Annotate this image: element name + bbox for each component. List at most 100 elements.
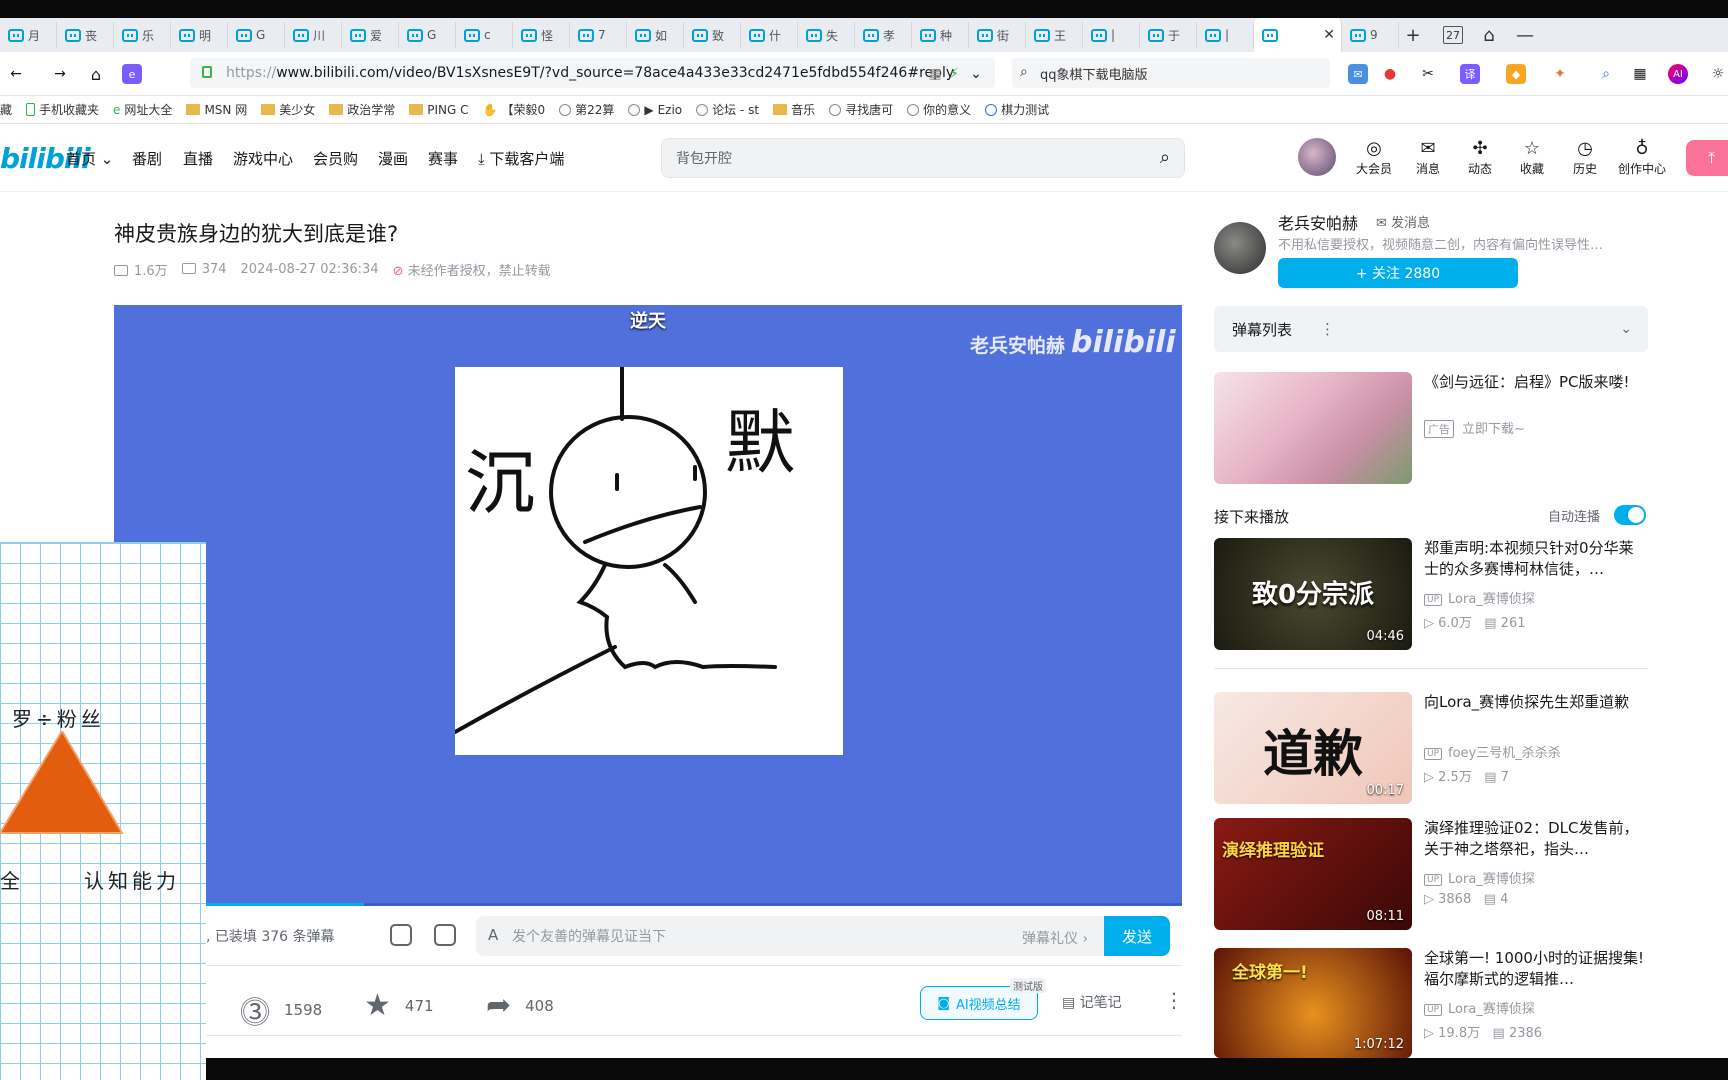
browser-tab[interactable]: 月 bbox=[0, 22, 57, 48]
video-uploader[interactable]: UP Lora_赛博侦探 bbox=[1424, 868, 1535, 887]
browser-tab[interactable]: 7 bbox=[570, 22, 627, 48]
bookmark-item[interactable]: 美少女 bbox=[261, 101, 315, 118]
browser-tab[interactable]: 孝 bbox=[855, 22, 912, 48]
browser-tab[interactable]: | bbox=[1197, 22, 1254, 48]
apps-grid-icon[interactable]: ▦ bbox=[1630, 64, 1650, 84]
bookmark-item[interactable]: e 网址大全 bbox=[113, 101, 172, 118]
nav-download-client[interactable]: ⤓ 下载客户端 bbox=[478, 148, 564, 169]
danmaku-list-panel[interactable]: 弹幕列表 ⋮ ⌄ bbox=[1214, 306, 1648, 352]
video-title[interactable]: 向Lora_赛博侦探先生郑重道歉 bbox=[1424, 692, 1648, 713]
coin-button[interactable]: ⓷ 1598 bbox=[240, 988, 322, 1032]
mail-icon[interactable]: ✉ bbox=[1348, 64, 1368, 84]
video-uploader[interactable]: UP Lora_赛博侦探 bbox=[1424, 998, 1535, 1017]
more-vertical-icon[interactable]: ⋮ bbox=[1320, 320, 1335, 338]
browser-tab[interactable]: c bbox=[456, 22, 513, 48]
browser-tab[interactable]: 爱 bbox=[342, 22, 399, 48]
user-avatar[interactable] bbox=[1298, 138, 1336, 176]
ai-icon[interactable]: AI bbox=[1668, 64, 1688, 84]
nav-live[interactable]: 直播 bbox=[183, 148, 213, 169]
browser-tab[interactable]: 什 bbox=[741, 22, 798, 48]
translate-icon[interactable]: 译 bbox=[1460, 64, 1480, 84]
recommended-video-card[interactable]: 全球第一! 1:07:12 全球第一! 1000小时的证据搜集! 福尔摩斯式的逻… bbox=[1214, 948, 1648, 1058]
close-icon[interactable]: ✕ bbox=[1323, 27, 1335, 43]
video-title[interactable]: 全球第一! 1000小时的证据搜集! 福尔摩斯式的逻辑推… bbox=[1424, 948, 1648, 990]
video-uploader[interactable]: UP Lora_赛博侦探 bbox=[1424, 588, 1535, 607]
shield-icon[interactable]: ◆ bbox=[1506, 64, 1526, 84]
danmaku-etiquette-link[interactable]: 弹幕礼仪 › bbox=[1022, 928, 1088, 948]
danmaku-send-button[interactable]: 发送 bbox=[1104, 916, 1170, 956]
bookmark-item[interactable]: ✋ 【荣毅0 bbox=[482, 101, 545, 118]
recommended-video-card[interactable]: 演绎推理验证 08:11 演绎推理验证02：DLC发售前，关于神之塔祭祀，指头…… bbox=[1214, 818, 1648, 930]
browser-tab[interactable]: 王 bbox=[1026, 22, 1083, 48]
browser-tab[interactable]: 明 bbox=[171, 22, 228, 48]
nav-anime[interactable]: 番剧 bbox=[132, 148, 162, 169]
weibo-icon[interactable]: ● bbox=[1380, 64, 1400, 84]
bookmark-item[interactable]: PING C bbox=[409, 103, 468, 117]
browser-tab[interactable]: 于 bbox=[1140, 22, 1197, 48]
video-uploader[interactable]: UP foey三号机_杀杀杀 bbox=[1424, 742, 1561, 761]
browser-tab-active[interactable]: ✕ bbox=[1254, 18, 1342, 52]
new-tab-button[interactable]: + bbox=[1399, 22, 1427, 48]
nav-mall[interactable]: 会员购 bbox=[313, 148, 358, 169]
url-input[interactable]: https://www.bilibili.com/video/BV1sXsnes… bbox=[190, 58, 995, 88]
bookmark-item[interactable]: 你的意义 bbox=[907, 101, 971, 118]
video-title[interactable]: 郑重声明:本视频只针对0分华莱士的众多赛博柯林信徒，… bbox=[1424, 538, 1648, 580]
bookmark-item[interactable]: 手机收藏夹 bbox=[26, 101, 99, 118]
video-title[interactable]: 演绎推理验证02：DLC发售前，关于神之塔祭祀，指头… bbox=[1424, 818, 1648, 860]
ad-card[interactable]: 《剑与远征：启程》PC版来喽! 广告 立即下载~ bbox=[1214, 372, 1648, 484]
bookmark-item[interactable]: 藏 bbox=[0, 101, 12, 118]
autoplay-toggle[interactable] bbox=[1614, 505, 1646, 525]
nav-manga[interactable]: 漫画 bbox=[378, 148, 408, 169]
chevron-down-icon[interactable]: ⌄ bbox=[1620, 321, 1632, 337]
uploader-name[interactable]: 老兵安帕赫 bbox=[1278, 210, 1358, 234]
notes-button[interactable]: ▤ 记笔记 bbox=[1062, 992, 1122, 1012]
bookmark-item[interactable]: 音乐 bbox=[773, 101, 815, 118]
header-creator-center[interactable]: ♁ 创作中心 bbox=[1611, 138, 1673, 177]
header-messages[interactable]: ✉ 消息 bbox=[1400, 138, 1456, 177]
bookmark-item[interactable]: 政治学常 bbox=[329, 101, 395, 118]
uploader-avatar[interactable] bbox=[1214, 222, 1266, 274]
recommended-video-card[interactable]: 道歉 00:17 向Lora_赛博侦探先生郑重道歉 UP foey三号机_杀杀杀 … bbox=[1214, 692, 1648, 804]
bookmark-item[interactable]: MSN 网 bbox=[186, 101, 247, 118]
bookmark-item[interactable]: 论坛 - st bbox=[696, 101, 759, 118]
header-dynamics[interactable]: ✣ 动态 bbox=[1452, 138, 1508, 177]
browser-tab[interactable]: 怪 bbox=[513, 22, 570, 48]
send-message-link[interactable]: ✉ 发消息 bbox=[1376, 212, 1430, 231]
shirt-icon[interactable]: ⌂ bbox=[1475, 22, 1503, 48]
recommended-video-card[interactable]: 致0分宗派 04:46 郑重声明:本视频只针对0分华莱士的众多赛博柯林信徒，… … bbox=[1214, 538, 1648, 650]
browser-tab[interactable]: 乐 bbox=[114, 22, 171, 48]
browser-search-input[interactable]: ⌕ qq象棋下载电脑版 bbox=[1012, 58, 1330, 88]
site-search-input[interactable]: 背包开腔 ⌕ bbox=[661, 138, 1185, 178]
nav-esports[interactable]: 赛事 bbox=[428, 148, 458, 169]
danmaku-toggle-icon[interactable] bbox=[390, 924, 412, 946]
browser-tab[interactable]: 9 bbox=[1342, 22, 1399, 48]
text-style-icon[interactable]: A bbox=[488, 926, 498, 944]
header-favorites[interactable]: ☆ 收藏 bbox=[1504, 138, 1560, 177]
browser-tab[interactable]: 街 bbox=[969, 22, 1026, 48]
game-icon[interactable]: ✦ bbox=[1550, 64, 1570, 84]
tab-count-button[interactable]: 27 bbox=[1443, 26, 1463, 44]
bookmark-item[interactable]: ▶ Ezio bbox=[628, 103, 682, 117]
video-player[interactable]: 逆天 老兵安帕赫 bilibili 沉 默 bbox=[114, 305, 1182, 906]
browser-tab[interactable]: 如 bbox=[627, 22, 684, 48]
forward-icon[interactable]: → bbox=[50, 64, 70, 84]
follow-button[interactable]: + 关注 2880 bbox=[1278, 258, 1518, 288]
browser-tab[interactable]: 致 bbox=[684, 22, 741, 48]
qr-icon[interactable]: ▦ bbox=[925, 64, 945, 84]
browser-tab[interactable]: 川 bbox=[285, 22, 342, 48]
danmaku-settings-icon[interactable] bbox=[434, 924, 456, 946]
lightning-icon[interactable]: ⚡ bbox=[944, 64, 964, 84]
bookmark-item[interactable]: 寻找唐可 bbox=[829, 101, 893, 118]
browser-tab[interactable]: 种 bbox=[912, 22, 969, 48]
browser-tab[interactable]: 丧 bbox=[57, 22, 114, 48]
search-icon[interactable]: ⌕ bbox=[1160, 147, 1170, 168]
share-button[interactable]: ➦ 408 bbox=[486, 988, 554, 1023]
minimize-icon[interactable]: — bbox=[1511, 22, 1539, 48]
browser-tab[interactable]: G bbox=[399, 22, 456, 48]
search-icon[interactable]: ⌕ bbox=[1596, 64, 1616, 84]
bookmark-item[interactable]: 棋力测试 bbox=[985, 101, 1049, 118]
nav-game-center[interactable]: 游戏中心 bbox=[233, 148, 293, 169]
header-vip[interactable]: ◎ 大会员 bbox=[1346, 138, 1402, 177]
browser-tab[interactable]: 失 bbox=[798, 22, 855, 48]
danmaku-input[interactable]: A 发个友善的弹幕见证当下 bbox=[476, 916, 1104, 956]
